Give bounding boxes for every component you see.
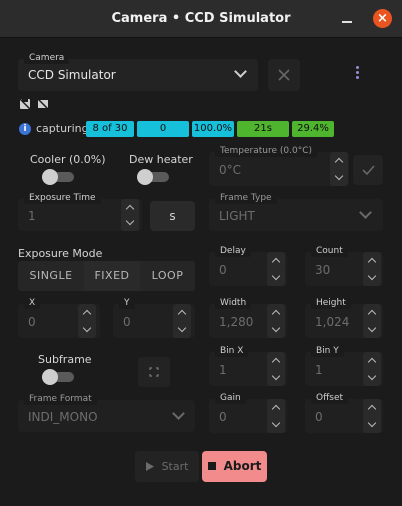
y-value: 0 bbox=[123, 315, 131, 329]
delay-field[interactable]: Delay 0 bbox=[209, 246, 287, 286]
fullscreen-icon bbox=[149, 367, 159, 377]
width-value: 1,280 bbox=[219, 315, 254, 329]
chevron-down-icon bbox=[234, 65, 247, 78]
width-legend: Width bbox=[215, 298, 252, 309]
gain-value: 0 bbox=[219, 410, 227, 424]
play-icon bbox=[145, 462, 154, 471]
width-field[interactable]: Width 1,280 bbox=[209, 298, 287, 338]
temperature-stepper[interactable] bbox=[330, 152, 348, 186]
bin-y-value: 1 bbox=[315, 363, 323, 377]
cooler-toggle[interactable] bbox=[42, 169, 74, 185]
temperature-legend: Temperature (0.0°C) bbox=[215, 146, 317, 157]
start-button[interactable]: Start bbox=[135, 451, 199, 482]
temperature-placeholder: 0°C bbox=[219, 163, 242, 177]
bin-x-stepper[interactable] bbox=[267, 352, 285, 386]
frame-format-legend: Frame Format bbox=[24, 394, 97, 405]
time-badge: 21s bbox=[237, 121, 289, 137]
checkmark-icon bbox=[362, 165, 375, 176]
bin-x-field[interactable]: Bin X 1 bbox=[209, 346, 287, 386]
y-field[interactable]: Y 0 bbox=[113, 298, 195, 338]
y-legend: Y bbox=[119, 298, 135, 309]
exposure-time-stepper[interactable] bbox=[121, 199, 139, 231]
gain-stepper[interactable] bbox=[267, 399, 285, 433]
frame-type-value: LIGHT bbox=[219, 209, 255, 223]
count-field[interactable]: Count 30 bbox=[305, 246, 383, 286]
subframe-label: Subframe bbox=[38, 353, 92, 366]
x-field[interactable]: X 0 bbox=[18, 298, 100, 338]
frames-badge: 8 of 30 bbox=[86, 121, 134, 137]
counter-badge: 0 bbox=[137, 121, 189, 137]
gain-legend: Gain bbox=[215, 393, 246, 404]
dew-heater-toggle[interactable] bbox=[137, 169, 169, 185]
info-icon: i bbox=[19, 123, 31, 135]
delay-stepper[interactable] bbox=[267, 252, 285, 286]
height-stepper[interactable] bbox=[363, 304, 381, 338]
stop-icon bbox=[207, 462, 216, 470]
image-disabled-icon bbox=[37, 98, 49, 110]
reset-subframe-button[interactable] bbox=[138, 357, 170, 387]
count-value: 30 bbox=[315, 263, 331, 277]
abort-label: Abort bbox=[223, 459, 262, 473]
frame-format-value: INDI_MONO bbox=[28, 410, 98, 424]
exposure-mode-single[interactable]: SINGLE bbox=[18, 261, 84, 291]
x-stepper[interactable] bbox=[78, 304, 96, 338]
disconnect-camera-button[interactable] bbox=[268, 59, 300, 91]
cooler-label: Cooler (0.0%) bbox=[30, 153, 106, 166]
exposure-time-legend: Exposure Time bbox=[24, 193, 101, 204]
subframe-toggle[interactable] bbox=[42, 369, 74, 385]
abort-button[interactable]: Abort bbox=[202, 451, 267, 482]
delay-value: 0 bbox=[219, 263, 227, 277]
camera-selected-value: CCD Simulator bbox=[28, 68, 116, 82]
chevron-down-icon bbox=[172, 407, 185, 420]
width-stepper[interactable] bbox=[267, 304, 285, 338]
height-value: 1,024 bbox=[315, 315, 350, 329]
set-temperature-button[interactable] bbox=[353, 155, 383, 185]
minimize-icon[interactable] bbox=[342, 21, 352, 23]
bin-x-legend: Bin X bbox=[215, 346, 249, 357]
exposure-time-field[interactable]: Exposure Time 1 bbox=[18, 193, 142, 231]
y-stepper[interactable] bbox=[173, 304, 191, 338]
camera-select[interactable]: Camera CCD Simulator bbox=[18, 53, 258, 91]
offset-legend: Offset bbox=[311, 393, 349, 404]
total-progress-badge: 29.4% bbox=[292, 121, 334, 137]
exposure-mode-loop[interactable]: LOOP bbox=[140, 261, 195, 291]
x-legend: X bbox=[24, 298, 41, 309]
bin-x-value: 1 bbox=[219, 363, 227, 377]
bin-y-field[interactable]: Bin Y 1 bbox=[305, 346, 383, 386]
bin-y-stepper[interactable] bbox=[363, 352, 381, 386]
exposure-time-value: 1 bbox=[28, 209, 36, 223]
window-title: Camera • CCD Simulator bbox=[111, 11, 291, 26]
exposure-mode-label: Exposure Mode bbox=[18, 247, 103, 260]
temperature-field[interactable]: Temperature (0.0°C) 0°C bbox=[209, 146, 349, 186]
exposure-mode-fixed[interactable]: FIXED bbox=[84, 261, 140, 291]
more-options-icon[interactable] bbox=[356, 66, 360, 81]
offset-stepper[interactable] bbox=[363, 399, 381, 433]
count-legend: Count bbox=[311, 246, 348, 257]
capture-status-text: capturing bbox=[36, 122, 89, 135]
frame-format-select[interactable]: Frame Format INDI_MONO bbox=[18, 394, 195, 432]
height-field[interactable]: Height 1,024 bbox=[305, 298, 383, 338]
frame-type-legend: Frame Type bbox=[215, 193, 277, 204]
x-value: 0 bbox=[28, 315, 36, 329]
count-stepper[interactable] bbox=[363, 252, 381, 286]
save-disabled-icon bbox=[19, 98, 31, 110]
chevron-down-icon bbox=[359, 206, 372, 219]
height-legend: Height bbox=[311, 298, 351, 309]
dew-heater-label: Dew heater bbox=[129, 153, 193, 166]
start-label: Start bbox=[161, 460, 189, 473]
offset-value: 0 bbox=[315, 410, 323, 424]
gain-field[interactable]: Gain 0 bbox=[209, 393, 287, 433]
frame-type-select[interactable]: Frame Type LIGHT bbox=[209, 193, 383, 231]
exposure-unit-button[interactable]: s bbox=[150, 201, 195, 231]
progress-badge: 100.0% bbox=[192, 121, 234, 137]
camera-legend: Camera bbox=[24, 53, 70, 64]
bin-y-legend: Bin Y bbox=[311, 346, 344, 357]
offset-field[interactable]: Offset 0 bbox=[305, 393, 383, 433]
close-window-button[interactable]: × bbox=[373, 9, 392, 28]
delay-legend: Delay bbox=[215, 246, 251, 257]
close-icon bbox=[278, 69, 290, 81]
